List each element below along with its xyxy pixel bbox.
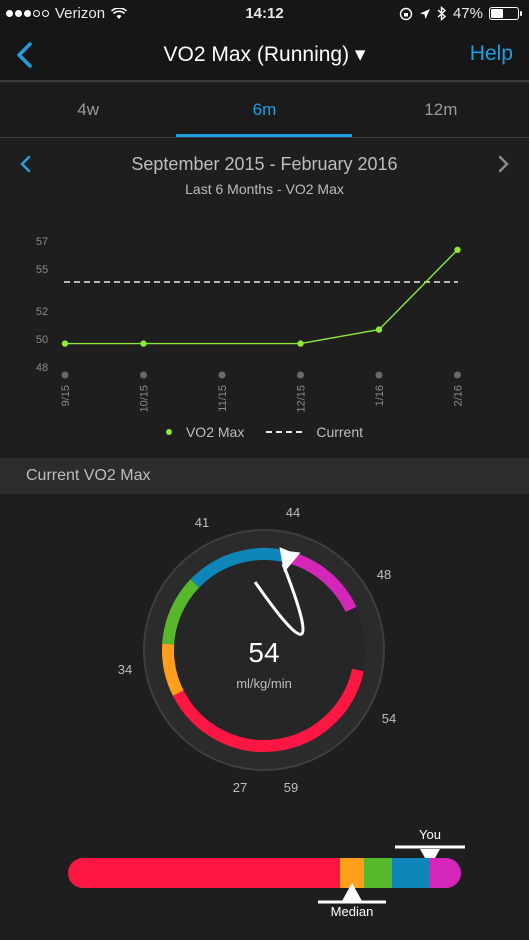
x-tick-mark <box>140 371 147 379</box>
x-tick-label: 11/15 <box>217 385 229 412</box>
x-tick-label: 2/16 <box>453 385 465 406</box>
gauge-tick-54: 54 <box>382 711 396 726</box>
gauge-tick-41: 41 <box>195 515 209 530</box>
period-tabs: 4w 6m 12m <box>0 84 529 138</box>
tab-12m[interactable]: 12m <box>353 84 529 137</box>
zone-bar-segment <box>392 858 430 888</box>
chart-legend: VO2 Max Current <box>0 424 529 440</box>
y-tick-label: 55 <box>36 264 48 276</box>
legend-vo2max: VO2 Max <box>165 424 245 440</box>
median-label: Median <box>331 904 374 919</box>
gauge-tick-34: 34 <box>118 662 132 677</box>
zone-bar-segment <box>430 858 461 888</box>
legend-label-current: Current <box>316 424 364 440</box>
gauge-value: 54 <box>248 637 279 668</box>
page-title-dropdown[interactable]: VO2 Max (Running) ▾ <box>0 42 529 67</box>
y-tick-label: 48 <box>36 362 48 374</box>
vo2-line-chart: 48 50 52 55 57 9/15 10/15 11/15 12/15 1/16 2/16 <box>0 218 529 456</box>
vo2-data-point <box>297 340 304 347</box>
you-label: You <box>419 827 441 842</box>
tab-6m[interactable]: 6m <box>176 84 353 137</box>
bluetooth-icon <box>437 6 447 21</box>
vo2-data-point <box>61 340 69 347</box>
chart-subtitle: Last 6 Months - VO2 Max <box>185 181 344 197</box>
vo2-zone-bar <box>68 858 461 888</box>
gauge-tick-27: 27 <box>233 780 247 795</box>
vo2-series-line <box>65 249 458 345</box>
tab-4w[interactable]: 4w <box>0 84 176 137</box>
battery-percent: 47% <box>452 5 483 22</box>
legend-dot-icon <box>165 429 172 435</box>
location-icon <box>419 8 430 19</box>
gauge-tick-48: 48 <box>377 567 391 582</box>
current-vo2-header: Current VO2 Max <box>0 458 529 494</box>
next-period-icon[interactable] <box>491 152 515 176</box>
vo2-data-point <box>375 326 383 333</box>
x-tick-mark <box>61 371 69 379</box>
zone-bar-segment <box>68 858 340 888</box>
legend-label-vo2max: VO2 Max <box>185 424 245 440</box>
vo2-gauge: 54 ml/kg/min 27 34 41 44 48 54 59 <box>0 494 529 814</box>
x-tick-label: 9/15 <box>60 385 72 406</box>
rotation-lock-icon <box>399 7 413 20</box>
x-tick-label: 12/15 <box>296 385 308 413</box>
y-tick-label: 52 <box>36 306 48 318</box>
help-button[interactable]: Help <box>470 42 513 66</box>
status-right: 47% <box>399 5 522 22</box>
gauge-tick-59: 59 <box>284 780 298 795</box>
gauge-tick-44: 44 <box>286 505 300 520</box>
legend-current: Current <box>266 424 363 440</box>
vo2-data-point <box>454 246 461 253</box>
date-range-label: September 2015 - February 2016 <box>131 154 398 174</box>
legend-dash-icon <box>266 431 303 433</box>
x-tick-mark <box>218 371 226 379</box>
y-tick-label: 50 <box>36 334 48 346</box>
x-tick-label: 10/15 <box>139 385 151 413</box>
battery-icon <box>489 7 522 20</box>
x-tick-mark <box>454 371 461 379</box>
y-tick-label: 57 <box>36 236 48 248</box>
status-bar: Verizon 14:12 47% <box>0 0 529 28</box>
x-tick-mark <box>375 371 383 379</box>
date-range: September 2015 - February 2016 Last 6 Mo… <box>0 140 529 200</box>
nav-bar: VO2 Max (Running) ▾ Help <box>0 28 529 82</box>
gauge-unit: ml/kg/min <box>236 676 292 691</box>
comparison-bar: You Median <box>0 820 529 940</box>
vo2-data-point <box>140 340 147 347</box>
zone-bar-segment <box>364 858 392 888</box>
x-tick-label: 1/16 <box>374 385 386 406</box>
x-tick-mark <box>297 371 304 379</box>
